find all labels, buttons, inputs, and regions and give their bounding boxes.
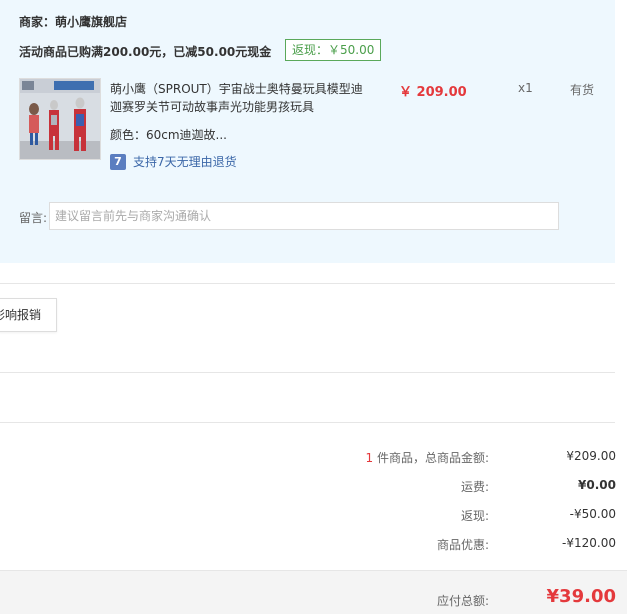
shipping-value: ¥0.00 [578, 478, 616, 492]
affects-reimbursement-label: 影响报销 [0, 308, 42, 322]
store-order-panel: 商家：萌小鹰旗舰店 活动商品已购满200.00元，已减50.00元现金 返现：￥… [0, 0, 615, 263]
merchant-name[interactable]: 商家：萌小鹰旗舰店 [19, 13, 127, 30]
message-label: 留言: [19, 211, 48, 225]
item-count-suffix: 件商品，总商品金额: [373, 451, 489, 465]
subtotal-value: ¥209.00 [566, 449, 616, 463]
item-count: 1 [365, 451, 374, 465]
product-thumbnail-image [20, 79, 100, 159]
affects-reimbursement-button[interactable]: 影响报销 [0, 298, 58, 332]
total-label: 应付总额: [436, 594, 489, 608]
total-bar: 应付总额: ¥39.00 [0, 570, 627, 614]
rebate-label: 返现: [460, 509, 489, 523]
rebate-value: -¥50.00 [569, 507, 616, 521]
product-quantity: x1 [518, 81, 533, 95]
discount-label: 商品优惠: [436, 538, 489, 552]
rebate-badge: 返现：￥50.00 [285, 39, 382, 61]
product-price: ￥ 209.00 [399, 85, 467, 100]
return-policy-label: 支持7天无理由退货 [133, 155, 237, 169]
stock-status: 有货 [570, 83, 595, 97]
return-policy-link[interactable]: 7 支持7天无理由退货 [110, 153, 237, 170]
product-title-link[interactable]: 萌小鹰（SPROUT）宇宙战士奥特曼玩具模型迪迦赛罗关节可动故事声光功能男孩玩具 [110, 80, 372, 116]
discount-value: -¥120.00 [562, 536, 616, 550]
promo-text: 活动商品已购满200.00元，已减50.00元现金 [19, 45, 272, 59]
seven-day-return-icon: 7 [110, 153, 126, 170]
product-spec: 颜色：60cm迪迦故... [110, 128, 228, 142]
total-value: ¥39.00 [546, 586, 616, 607]
divider [0, 283, 615, 284]
shipping-label: 运费: [460, 480, 489, 494]
divider [0, 422, 615, 423]
product-thumbnail[interactable] [19, 78, 101, 160]
divider [0, 372, 615, 373]
message-input[interactable] [49, 202, 559, 230]
item-count-label: 1 件商品，总商品金额: [366, 449, 490, 466]
